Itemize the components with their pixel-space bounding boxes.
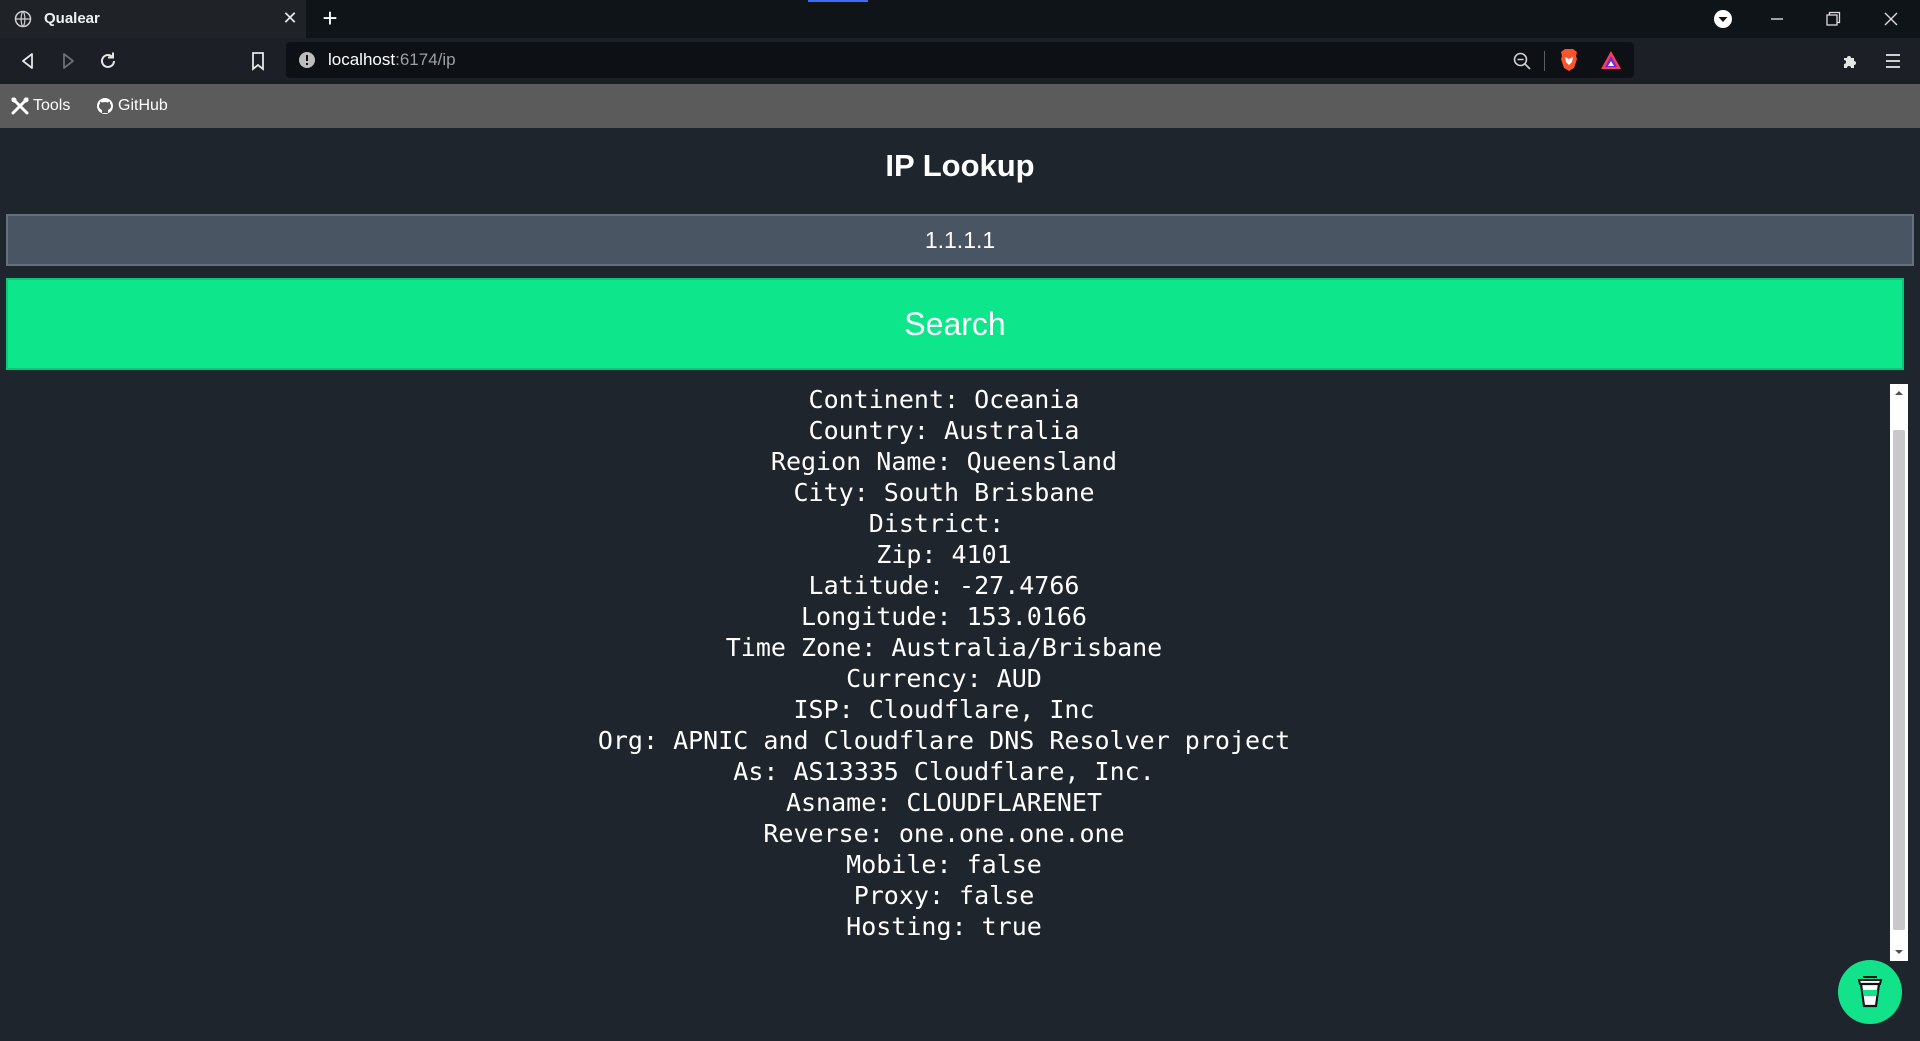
globe-icon [14,10,32,28]
forward-icon[interactable] [56,49,80,73]
url-host: localhost [328,50,396,69]
ip-input[interactable] [6,214,1914,266]
menu-icon[interactable] [1882,50,1904,72]
tab-title: Qualear [44,10,100,27]
page-content: IP Lookup Search Continent: Oceania Coun… [0,128,1920,1041]
tab-qualear[interactable]: Qualear ✕ [0,0,306,38]
brave-shields-icon[interactable] [1558,48,1580,72]
page-title: IP Lookup [885,148,1035,183]
tools-icon [11,97,29,115]
result-longitude: Longitude: 153.0166 [801,602,1087,631]
zoom-out-icon[interactable] [1512,51,1532,71]
lookup-results: Continent: Oceania Country: Australia Re… [0,384,1888,966]
github-icon [97,98,113,114]
coffee-cup-icon [1857,976,1883,1008]
reload-icon[interactable] [96,49,120,73]
restore-icon[interactable] [1820,6,1846,32]
result-org: Org: APNIC and Cloudflare DNS Resolver p… [597,726,1291,755]
result-currency: Currency: AUD [846,664,1042,693]
bookmarks-bar: Tools GitHub [0,84,1920,128]
close-window-icon[interactable] [1878,6,1904,32]
scrollbar-thumb[interactable] [1893,430,1905,930]
search-button[interactable]: Search [6,278,1904,370]
bookmark-label: Tools [33,97,71,114]
result-latitude: Latitude: -27.4766 [808,571,1080,600]
result-continent: Continent: Oceania [808,385,1080,414]
url-path: :6174/ip [395,50,456,69]
bookmark-label: GitHub [118,97,168,114]
buy-me-a-coffee-button[interactable] [1838,960,1902,1024]
profile-dropdown-icon[interactable] [1710,6,1736,32]
extensions-icon[interactable] [1840,50,1862,72]
result-time-zone: Time Zone: Australia/Brisbane [725,633,1163,662]
result-country: Country: Australia [808,416,1080,445]
address-bar-divider [1544,51,1545,71]
result-asname: Asname: CLOUDFLARENET [785,788,1103,817]
scroll-down-arrow-icon[interactable] [1890,943,1908,961]
tab-strip-accent [808,0,868,2]
result-zip: Zip: 4101 [876,540,1012,569]
result-reverse: Reverse: one.one.one.one [763,819,1125,848]
result-hosting: Hosting: true [846,912,1042,941]
back-icon[interactable] [16,49,40,73]
results-scrollbar[interactable] [1890,384,1908,961]
close-tab-icon[interactable]: ✕ [280,8,300,28]
result-isp: ISP: Cloudflare, Inc [793,695,1095,724]
minimize-icon[interactable] [1764,6,1790,32]
browser-toolbar: localhost:6174/ip [0,38,1920,84]
tab-bar: Qualear ✕ + [0,0,1920,38]
url-text: localhost:6174/ip [328,50,456,70]
bookmark-tools[interactable]: Tools [11,96,75,118]
result-city: City: South Brisbane [793,478,1095,507]
result-proxy: Proxy: false [853,881,1035,910]
new-tab-button[interactable]: + [318,5,342,31]
scroll-up-arrow-icon[interactable] [1890,384,1908,402]
result-mobile: Mobile: false [846,850,1042,879]
result-district: District: [868,509,1020,538]
bookmark-github[interactable]: GitHub [96,96,176,118]
bookmark-icon[interactable] [246,49,270,73]
site-info-icon[interactable] [298,51,316,69]
result-as: As: AS13335 Cloudflare, Inc. [733,757,1155,786]
result-region-name: Region Name: Queensland [770,447,1118,476]
address-bar[interactable]: localhost:6174/ip [286,42,1634,78]
brave-rewards-icon[interactable] [1600,50,1622,70]
